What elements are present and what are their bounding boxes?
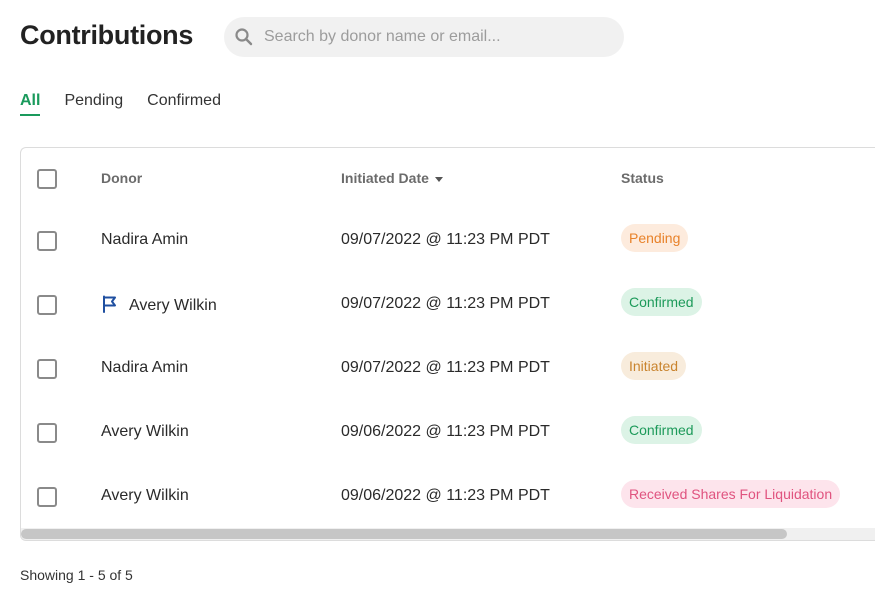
tab-pending[interactable]: Pending (64, 92, 123, 116)
table-header-row: Donor Initiated Date Status (21, 148, 875, 212)
search-input[interactable] (264, 17, 614, 57)
scrollbar-thumb[interactable] (21, 529, 787, 539)
donor-name: Avery Wilkin (129, 297, 217, 314)
row-checkbox[interactable] (37, 231, 57, 251)
page-title: Contributions (20, 20, 194, 50)
row-checkbox[interactable] (37, 359, 57, 379)
status-badge: Confirmed (621, 416, 702, 444)
initiated-date: 09/07/2022 @ 11:23 PM PDT (341, 231, 550, 248)
status-cell: Pending (621, 224, 689, 252)
tab-all[interactable]: All (20, 92, 41, 116)
tab-confirmed[interactable]: Confirmed (147, 92, 221, 116)
initiated-date: 09/07/2022 @ 11:23 PM PDT (341, 295, 550, 312)
status-badge: Received Shares For Liquidation (621, 480, 841, 508)
status-badge: Confirmed (621, 288, 702, 316)
pagination-summary: Showing 1 - 5 of 5 (20, 567, 133, 583)
row-checkbox[interactable] (37, 487, 57, 507)
sort-caret-down-icon (434, 176, 443, 182)
initiated-date: 09/06/2022 @ 11:23 PM PDT (341, 487, 550, 504)
search-icon (235, 28, 253, 46)
donor-name: Nadira Amin (101, 359, 189, 376)
column-header-donor[interactable]: Donor (101, 170, 142, 186)
contributions-page: Contributions All Pending Confirmed Dono… (0, 0, 875, 598)
column-header-status[interactable]: Status (621, 170, 664, 186)
table-row[interactable]: Nadira Amin 09/07/2022 @ 11:23 PM PDT In… (21, 336, 875, 400)
initiated-date: 09/06/2022 @ 11:23 PM PDT (341, 423, 550, 440)
flag-icon[interactable] (101, 295, 119, 313)
initiated-date: 09/07/2022 @ 11:23 PM PDT (341, 359, 550, 376)
search-box[interactable] (224, 17, 624, 57)
column-header-initiated-date-label: Initiated Date (341, 170, 429, 186)
donor-name: Avery Wilkin (101, 487, 189, 504)
status-cell: Received Shares For Liquidation (621, 480, 841, 508)
table-row[interactable]: Avery Wilkin 09/06/2022 @ 11:23 PM PDT R… (21, 464, 875, 528)
donor-name: Nadira Amin (101, 231, 189, 248)
status-cell: Confirmed (621, 416, 702, 444)
horizontal-scrollbar[interactable] (21, 528, 875, 540)
status-cell: Initiated (621, 352, 687, 380)
select-all-checkbox[interactable] (37, 169, 57, 189)
status-badge: Initiated (621, 352, 687, 380)
table-row[interactable]: Avery Wilkin 09/06/2022 @ 11:23 PM PDT C… (21, 400, 875, 464)
table-row[interactable]: Avery Wilkin 09/07/2022 @ 11:23 PM PDT C… (21, 272, 875, 336)
status-cell: Confirmed (621, 288, 702, 316)
donor-cell: Avery Wilkin (101, 295, 217, 315)
tab-bar: All Pending Confirmed (20, 92, 221, 116)
table-row[interactable]: Nadira Amin 09/07/2022 @ 11:23 PM PDT Pe… (21, 208, 875, 272)
column-header-initiated-date[interactable]: Initiated Date (341, 170, 443, 186)
contributions-table: Donor Initiated Date Status Nadira Amin … (20, 147, 875, 541)
donor-name: Avery Wilkin (101, 423, 189, 440)
row-checkbox[interactable] (37, 423, 57, 443)
row-checkbox[interactable] (37, 295, 57, 315)
status-badge: Pending (621, 224, 689, 252)
